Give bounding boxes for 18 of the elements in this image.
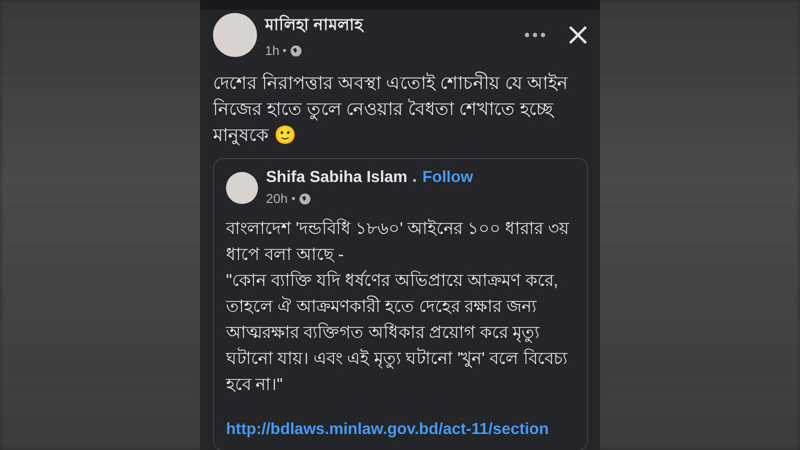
post-text: দেশের নিরাপত্তার অবস্থা এতোই শোচনীয় যে আইন নিজের হাতে তুলে নেওয়ার বৈধতা শেখাতে হচ্ছে মানুষকে 🙂 [213, 70, 570, 148]
author-name[interactable]: মালিহা নামলাহ [265, 12, 516, 39]
separator-dot-icon [283, 49, 286, 52]
post-time[interactable]: 20h [266, 191, 288, 206]
more-options-button[interactable] [524, 32, 546, 38]
post-time[interactable]: 1h [265, 43, 280, 58]
globe-icon [290, 44, 302, 56]
post-paragraph: বাংলাদেশ 'দন্ডবিধি ১৮৬০' আইনের ১০০ ধারার ৩য় ধাপে বলা আছে - [226, 218, 570, 266]
follow-link[interactable]: Follow [422, 169, 474, 187]
url-link[interactable]: http://bdlaws.minlaw.gov.bd/act-11/section [226, 420, 549, 440]
avatar[interactable] [213, 13, 257, 57]
globe-icon [298, 192, 311, 204]
avatar[interactable] [226, 172, 258, 204]
post-paragraph: "কোন ব্যাক্তি যদি ধর্ষণের অভিপ্রায়ে আক্রমণ করে, তাহলে ঐ আক্রমণকারী হতে দেহের রক্ষার জন্য আত্মরক্ষার ব্যক্তিগত অধিকার প্রয়োগ করে মৃত্যু ঘটানো যায়। এবং এই মৃত্যু ঘটানো 'খুন' বলে বিবেচ্য হবে না।" [226, 269, 569, 396]
separator-dot-icon [292, 197, 295, 200]
author-name[interactable]: Shifa Sabiha Islam [266, 169, 408, 187]
separator-dot-icon [413, 179, 416, 182]
close-button[interactable] [568, 25, 588, 45]
